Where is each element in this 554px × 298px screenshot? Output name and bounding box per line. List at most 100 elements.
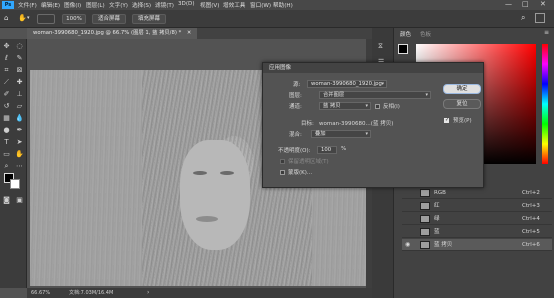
background-color-swatch[interactable] <box>10 179 20 189</box>
menu-layer[interactable]: 图层(L) <box>86 1 105 9</box>
zoom-level[interactable]: 66.67% <box>31 288 50 298</box>
lasso-tool-icon[interactable]: ℓ <box>1 53 12 63</box>
channel-shortcut: Ctrl+5 <box>522 229 540 235</box>
document-info[interactable]: 文档:7.03M/16.4M <box>69 288 113 298</box>
channel-value: 蓝 拷贝 <box>323 103 341 109</box>
menu-plugins[interactable]: 增效工具 <box>223 1 245 9</box>
home-icon[interactable]: ⌂ <box>4 14 8 22</box>
source-select[interactable]: woman-3990680_1920.jpg ▾ <box>307 80 387 88</box>
zoom-tool-icon[interactable]: ⌕ <box>1 161 12 171</box>
layer-select[interactable]: 合并图层 ▾ <box>319 91 431 99</box>
type-tool-icon[interactable]: T <box>1 137 12 147</box>
mask-label[interactable]: 蒙版(K)... <box>288 168 312 176</box>
channel-row-blue-copy[interactable]: ◉ 蓝 拷贝 Ctrl+6 <box>402 239 552 251</box>
more-tools-icon[interactable]: ⋯ <box>14 161 25 171</box>
hue-slider[interactable] <box>542 44 548 164</box>
hand-tool-icon[interactable]: ✋ <box>18 14 27 22</box>
menu-3d[interactable]: 3D(D) <box>178 1 195 7</box>
mask-checkbox[interactable] <box>280 170 285 175</box>
menu-image[interactable]: 图像(I) <box>64 1 81 9</box>
status-chevron-icon[interactable]: › <box>147 288 149 298</box>
document-tab-bar: woman-3990680_1920.jpg @ 66.7% (图层 1, 蓝 … <box>27 28 372 39</box>
fit-screen-button[interactable]: 适合屏幕 <box>92 14 126 24</box>
gradient-tool-icon[interactable]: ▦ <box>1 113 12 123</box>
document-tab[interactable]: woman-3990680_1920.jpg @ 66.7% (图层 1, 蓝 … <box>27 28 197 39</box>
screen-mode-icon[interactable]: ▣ <box>14 195 25 205</box>
eraser-tool-icon[interactable]: ▱ <box>14 101 25 111</box>
rectangle-tool-icon[interactable]: ▭ <box>1 149 12 159</box>
channel-thumbnail <box>420 189 430 197</box>
preview-label[interactable]: 预览(P) <box>453 116 472 124</box>
channel-row-blue[interactable]: 蓝 Ctrl+5 <box>402 226 552 238</box>
menu-help[interactable]: 帮助(H) <box>273 1 293 9</box>
fill-screen-button[interactable]: 填充屏幕 <box>132 14 166 24</box>
eyedropper-tool-icon[interactable]: ⟋ <box>1 77 12 87</box>
menu-select[interactable]: 选择(S) <box>132 1 151 9</box>
opacity-input[interactable]: 100 <box>317 146 337 154</box>
menu-edit[interactable]: 编辑(E) <box>41 1 60 9</box>
dodge-tool-icon[interactable]: ● <box>1 125 12 135</box>
history-brush-tool-icon[interactable]: ↺ <box>1 101 12 111</box>
marquee-tool-icon[interactable]: ◌ <box>14 41 25 51</box>
panel-menu-icon[interactable]: ≡ <box>544 29 549 36</box>
source-label: 源: <box>293 82 301 88</box>
channel-thumbnail <box>420 202 430 210</box>
blending-select[interactable]: 叠加 ▾ <box>311 130 371 138</box>
menu-file[interactable]: 文件(F) <box>18 1 37 9</box>
color-fg-swatch[interactable] <box>398 44 408 54</box>
move-tool-icon[interactable]: ✥ <box>1 41 12 51</box>
channel-select[interactable]: 蓝 拷贝 ▾ <box>319 102 371 110</box>
ok-button[interactable]: 确定 <box>443 84 481 94</box>
quick-select-tool-icon[interactable]: ✎ <box>14 53 25 63</box>
hand-tool-icon-2[interactable]: ✋ <box>14 149 25 159</box>
history-panel-icon[interactable]: ⧖ <box>378 42 383 51</box>
quick-mask-icon[interactable]: ◙ <box>1 195 12 205</box>
brush-tool-icon[interactable]: ✐ <box>1 89 12 99</box>
blur-tool-icon[interactable]: 💧 <box>14 113 25 123</box>
channel-shortcut: Ctrl+2 <box>522 190 540 196</box>
channel-row-rgb[interactable]: RGB Ctrl+2 <box>402 187 552 199</box>
dialog-title: 应用图像 <box>263 63 483 73</box>
menu-type[interactable]: 文字(Y) <box>109 1 128 9</box>
frame-tool-icon[interactable]: ⊠ <box>14 65 25 75</box>
maximize-icon[interactable]: □ <box>522 0 529 8</box>
channel-name: 蓝 拷贝 <box>434 242 453 248</box>
channel-thumbnail <box>420 228 430 236</box>
invert-label[interactable]: 反相(I) <box>383 102 400 110</box>
minimize-icon[interactable]: — <box>505 0 512 8</box>
menu-filter[interactable]: 滤镜(T) <box>155 1 174 9</box>
zoom-100-button[interactable]: 100% <box>62 14 86 24</box>
healing-tool-icon[interactable]: ✚ <box>14 77 25 87</box>
pen-tool-icon[interactable]: ✒ <box>14 125 25 135</box>
channel-label: 通道: <box>289 104 302 110</box>
preview-checkbox[interactable] <box>444 117 449 123</box>
path-select-tool-icon[interactable]: ➤ <box>14 137 25 147</box>
reset-button[interactable]: 复位 <box>443 99 481 109</box>
workspace-icon[interactable] <box>535 13 545 23</box>
target-label: 目标: <box>301 121 314 127</box>
menu-view[interactable]: 视图(V) <box>200 1 219 9</box>
scroll-all-windows-checkbox[interactable] <box>37 14 55 24</box>
document-tab-title: woman-3990680_1920.jpg @ 66.7% (图层 1, 蓝 … <box>33 30 182 36</box>
crop-tool-icon[interactable]: ⌗ <box>1 65 12 75</box>
search-icon[interactable]: ⌕ <box>521 13 525 23</box>
menu-window[interactable]: 窗口(W) <box>250 1 271 9</box>
image-right-eye <box>220 171 234 175</box>
status-bar: 66.67% 文档:7.03M/16.4M › <box>27 288 372 298</box>
close-window-icon[interactable]: ✕ <box>540 0 546 8</box>
channel-row-red[interactable]: 红 Ctrl+3 <box>402 200 552 212</box>
opacity-label: 不透明度(O): <box>278 148 311 154</box>
tab-swatches[interactable]: 色板 <box>420 30 431 38</box>
tab-close-icon[interactable]: ✕ <box>187 30 191 36</box>
tab-color[interactable]: 颜色 <box>400 30 411 38</box>
channel-name: RGB <box>434 190 446 196</box>
preserve-transparency-checkbox[interactable] <box>280 159 285 164</box>
visibility-eye-icon[interactable]: ◉ <box>405 239 410 251</box>
invert-checkbox[interactable] <box>375 104 380 109</box>
channel-row-green[interactable]: 绿 Ctrl+4 <box>402 213 552 225</box>
image-lips <box>196 216 218 222</box>
chevron-down-icon[interactable]: ▾ <box>27 15 30 21</box>
stamp-tool-icon[interactable]: ⊥ <box>14 89 25 99</box>
apply-image-dialog: 应用图像 源: woman-3990680_1920.jpg ▾ 图层: 合并图… <box>262 62 484 188</box>
channel-thumbnail <box>420 241 430 249</box>
